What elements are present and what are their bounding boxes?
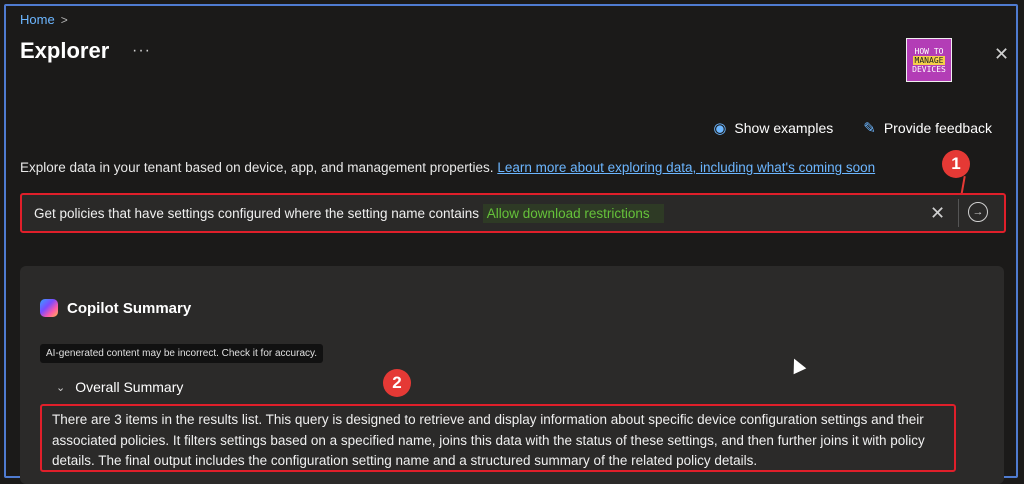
query-input[interactable]: Get policies that have settings configur… <box>20 193 1006 233</box>
query-highlight: Allow download restrictions <box>482 203 664 223</box>
page-title: Explorer <box>20 38 110 63</box>
ai-disclaimer-tooltip: AI-generated content may be incorrect. C… <box>40 344 324 363</box>
site-logo: HOW TO MANAGE DEVICES <box>906 38 952 82</box>
logo-line-2: MANAGE <box>912 55 946 65</box>
overall-summary-label: Overall Summary <box>75 379 184 395</box>
show-examples-label: Show examples <box>734 120 834 136</box>
logo-line-3: DEVICES <box>912 64 946 74</box>
query-divider <box>958 199 959 227</box>
breadcrumb-home[interactable]: Home <box>20 12 55 27</box>
clear-icon[interactable]: ✕ <box>930 203 945 224</box>
provide-feedback-label: Provide feedback <box>883 120 992 136</box>
eye-icon: ◉ <box>713 120 727 137</box>
feedback-icon: ✎ <box>863 120 876 137</box>
provide-feedback-button[interactable]: ✎ Provide feedback <box>863 119 992 137</box>
copilot-summary-header: Copilot Summary <box>40 299 191 317</box>
page-description: Explore data in your tenant based on dev… <box>20 160 875 175</box>
close-icon[interactable]: ✕ <box>994 44 1009 65</box>
overall-summary-toggle[interactable]: ⌄ Overall Summary <box>56 379 183 395</box>
annotation-marker-2: 2 <box>383 369 411 397</box>
breadcrumb: Home > <box>20 12 68 27</box>
copilot-summary-title: Copilot Summary <box>67 299 192 317</box>
more-options-icon[interactable]: ··· <box>132 42 151 60</box>
description-text: Explore data in your tenant based on dev… <box>20 160 494 175</box>
annotation-marker-1: 1 <box>942 150 970 178</box>
copilot-icon <box>40 299 58 317</box>
overall-summary-text: There are 3 items in the results list. T… <box>40 404 956 472</box>
action-bar: ◉ Show examples ✎ Provide feedback <box>713 119 992 137</box>
query-text: Get policies that have settings configur… <box>34 203 664 223</box>
submit-arrow-icon[interactable]: → <box>968 202 988 222</box>
learn-more-link[interactable]: Learn more about exploring data, includi… <box>497 160 875 175</box>
chevron-right-icon: > <box>60 12 68 27</box>
chevron-down-icon: ⌄ <box>56 381 66 394</box>
query-prefix: Get policies that have settings configur… <box>34 205 480 221</box>
logo-line-1: HOW TO <box>914 46 944 56</box>
show-examples-button[interactable]: ◉ Show examples <box>713 119 833 137</box>
